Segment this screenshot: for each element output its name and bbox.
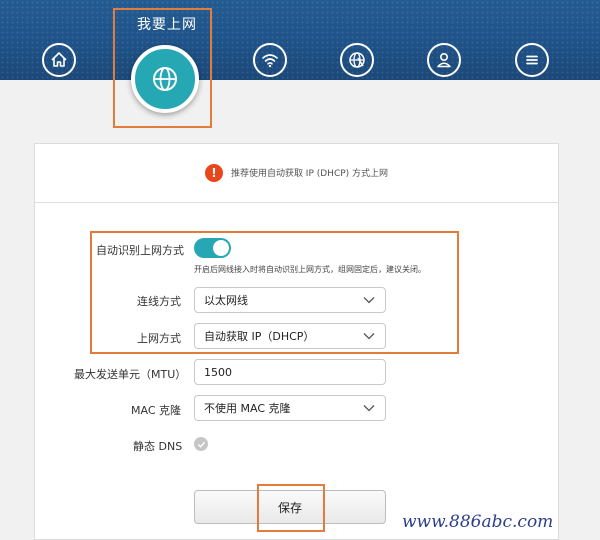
nav-home-button[interactable]: [42, 43, 76, 77]
dhcp-notice: ! 推荐使用自动获取 IP (DHCP) 方式上网: [34, 143, 559, 203]
nav-internet-button[interactable]: [131, 45, 199, 113]
nav-wifi-button[interactable]: [253, 43, 287, 77]
auto-detect-toggle[interactable]: [194, 238, 231, 258]
globe-settings-icon: [349, 52, 365, 68]
chevron-down-icon: [363, 297, 375, 304]
notice-text: 推荐使用自动获取 IP (DHCP) 方式上网: [230, 169, 389, 179]
home-icon: [51, 52, 67, 67]
menu-icon: [526, 55, 538, 65]
mac-clone-select[interactable]: 不使用 MAC 克隆: [194, 395, 386, 421]
auto-detect-hint: 开启后网线接入时将自动识别上网方式，组网固定后，建议关闭。: [194, 265, 426, 274]
internet-type-select[interactable]: 自动获取 IP（DHCP）: [194, 323, 386, 349]
wifi-icon: [262, 54, 278, 68]
nav-menu-button[interactable]: [515, 43, 549, 77]
check-icon: [197, 441, 205, 448]
nav-globe-settings-button[interactable]: [340, 43, 374, 77]
auto-detect-label: 自动识别上网方式: [96, 244, 184, 257]
chevron-down-icon: [363, 333, 375, 340]
active-nav-title: 我要上网: [137, 17, 197, 33]
mtu-label: 最大发送单元（MTU）: [74, 368, 187, 381]
mtu-value: 1500: [204, 365, 232, 379]
header-texture: [0, 0, 600, 80]
static-dns-checkbox[interactable]: [194, 437, 208, 451]
globe-icon: [153, 67, 177, 91]
top-nav-bar: 我要上网: [0, 0, 600, 80]
connection-type-value: 以太网线: [204, 294, 248, 307]
save-button[interactable]: 保存: [194, 490, 386, 524]
connection-type-label: 连线方式: [137, 295, 181, 308]
warning-icon: !: [204, 163, 223, 182]
chevron-down-icon: [363, 405, 375, 412]
toggle-knob: [213, 240, 229, 256]
internet-type-label: 上网方式: [137, 332, 181, 345]
user-icon: [437, 52, 451, 68]
connection-type-select[interactable]: 以太网线: [194, 287, 386, 313]
mac-clone-label: MAC 克隆: [131, 404, 181, 417]
watermark: www.886abc.com: [402, 512, 554, 532]
mac-clone-value: 不使用 MAC 克隆: [204, 402, 291, 415]
internet-type-value: 自动获取 IP（DHCP）: [204, 330, 315, 343]
static-dns-label: 静态 DNS: [133, 440, 183, 453]
mtu-input[interactable]: 1500: [194, 359, 386, 385]
nav-user-button[interactable]: [427, 43, 461, 77]
